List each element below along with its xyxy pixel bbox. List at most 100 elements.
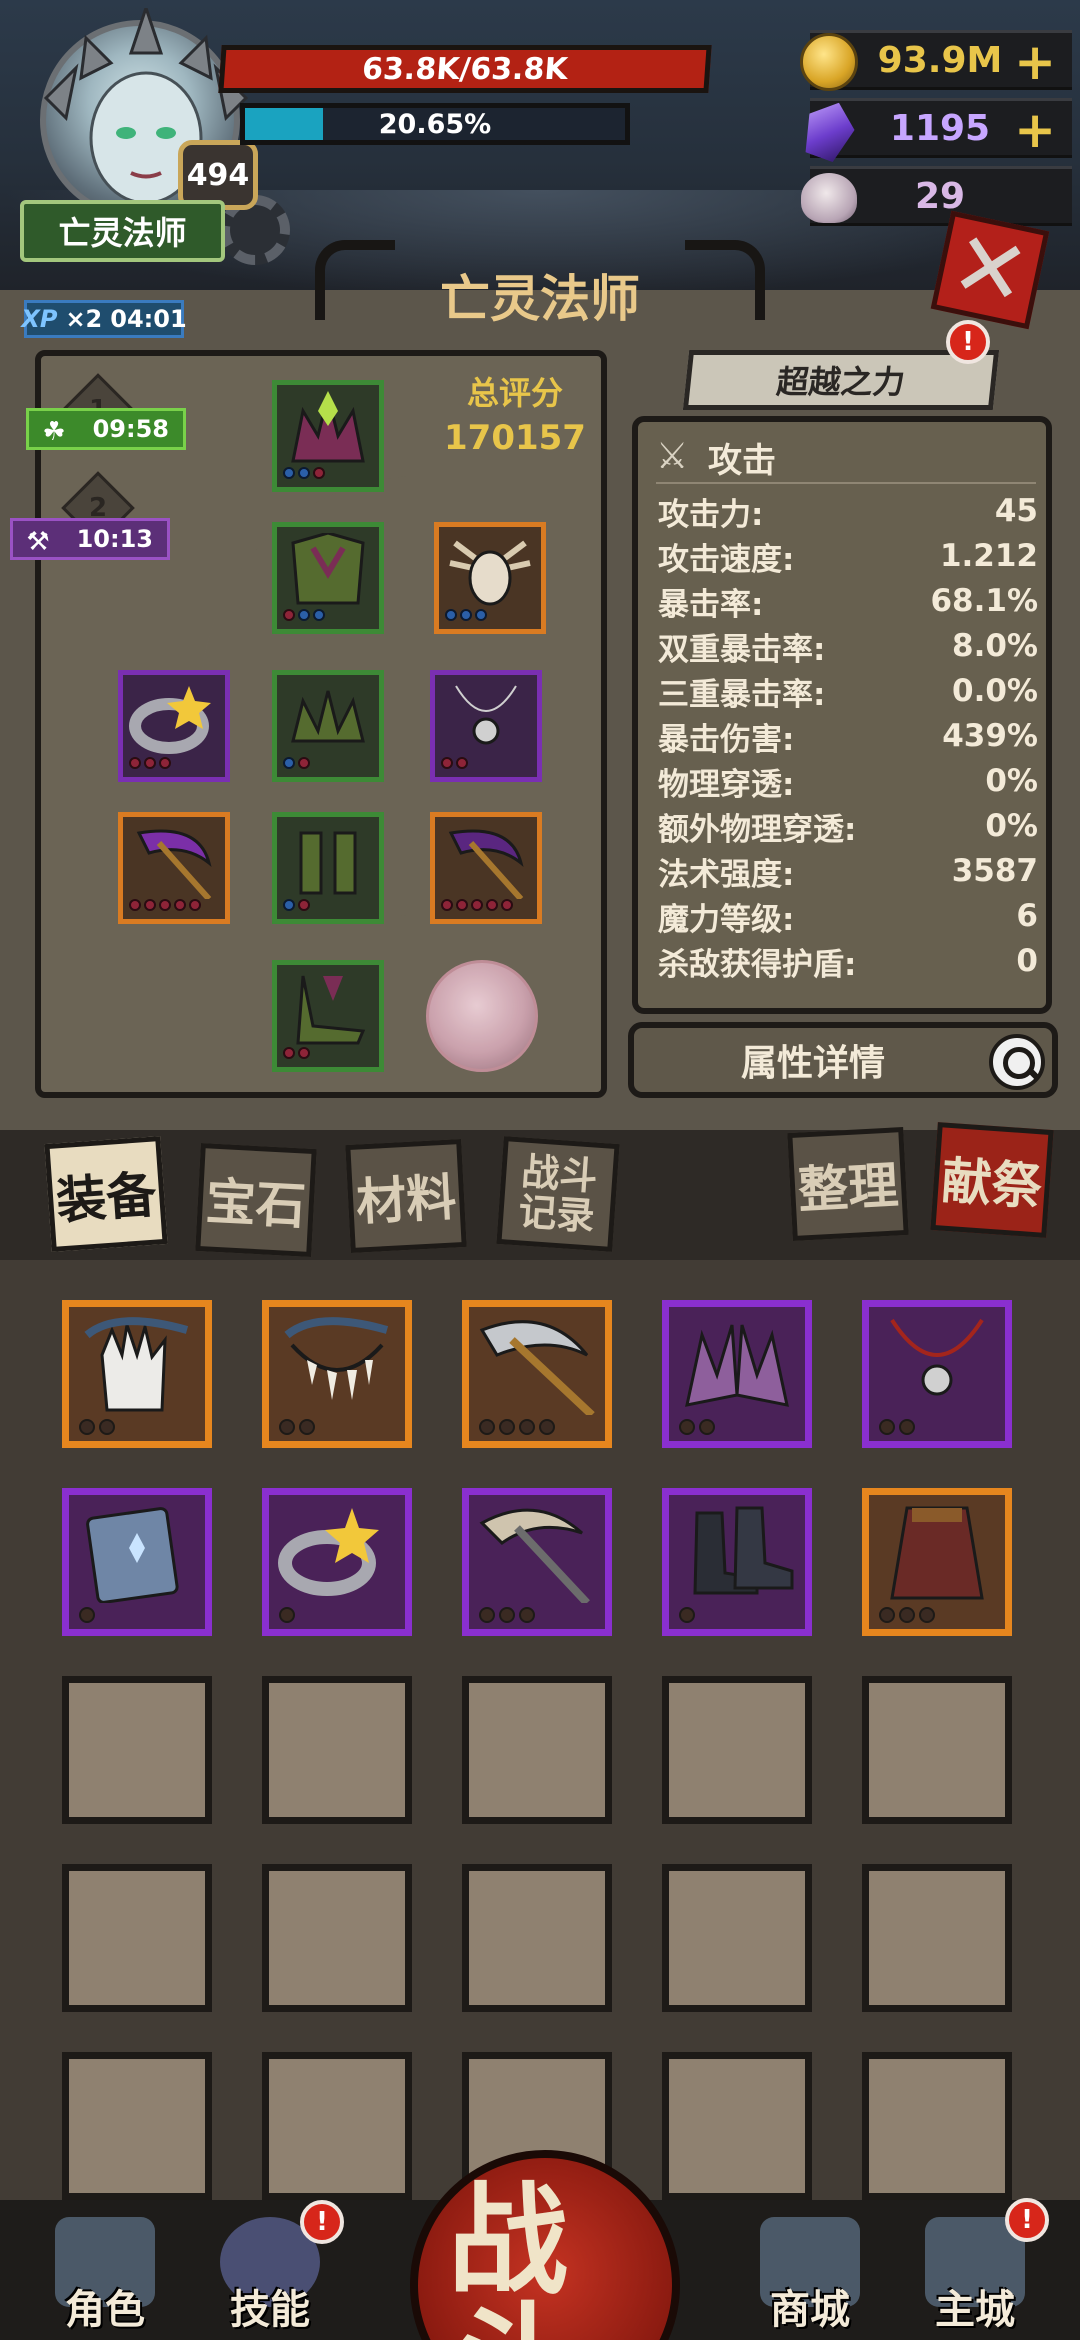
stat-label: 魔力等级: [658,901,795,938]
sacrifice-button[interactable]: 献祭 [930,1122,1054,1238]
stat-row: 杀敌获得护盾: 0 [658,940,1038,983]
dark-boots-icon [693,1506,794,1595]
equip-slot-amulet[interactable] [430,670,542,782]
crossed-swords-icon: ⚔ [656,436,689,477]
sort-button[interactable]: 整理 [787,1127,909,1241]
close-button[interactable]: ✕ [930,210,1050,330]
tab-gems[interactable]: 宝石 [195,1143,317,1257]
equip-slot-chest[interactable] [272,522,384,634]
inventory-slot-empty[interactable] [862,1676,1012,1824]
skills-alert-icon: ! [300,2200,344,2244]
add-crystal-button[interactable]: + [1014,103,1056,157]
stat-details-button[interactable]: 属性详情 [628,1022,1058,1098]
stats-header: ⚔ 攻击 [656,432,1036,484]
crystal-counter: 1195 + [810,98,1072,158]
equip-slot-weapon-alt[interactable] [430,812,542,924]
stat-value: 3587 [951,853,1038,889]
antler-skull-icon [449,540,531,606]
equip-slot-legs[interactable] [272,812,384,924]
tab-equipment[interactable]: 装备 [44,1136,168,1252]
stat-row: 攻击力: 45 [658,490,1038,533]
hammer-icon: ⚒ [26,527,50,557]
inventory-slot-empty[interactable] [462,1676,612,1824]
inventory-slot[interactable] [662,1488,812,1636]
inventory-slot-empty[interactable] [662,1864,812,2012]
inventory-slot[interactable] [62,1300,212,1448]
inventory-slot-empty[interactable] [62,2052,212,2200]
bone-scythe-icon [479,1508,590,1603]
inventory-slot-empty[interactable] [262,1864,412,2012]
inventory-slot[interactable] [462,1300,612,1448]
star-ring-icon [278,1508,379,1596]
inventory-slot-empty[interactable] [62,1864,212,2012]
battle-label: 战斗 [448,2172,568,2340]
crystal-value: 1195 [889,107,991,149]
spell-book-icon [86,1507,179,1603]
spiked-gauntlets-icon [291,690,365,743]
equip-slot-offhand[interactable] [434,522,546,634]
inventory-slot[interactable] [662,1300,812,1448]
inventory-slot-empty[interactable] [462,1864,612,2012]
nav-character[interactable]: 角色 [40,2205,170,2335]
main-city-alert-icon: ! [1005,2198,1049,2242]
nav-shop[interactable]: 商城 [745,2205,875,2335]
empty-relic-slot[interactable] [426,960,538,1072]
inventory-slot-empty[interactable] [262,1676,412,1824]
inventory-slot-empty[interactable] [662,2052,812,2200]
dragon-scythe-icon [136,829,212,899]
stat-label: 三重暴击率: [658,676,826,713]
inventory-slot[interactable] [862,1488,1012,1636]
stat-row: 暴击率: 68.1% [658,580,1038,623]
purple-pauldrons-icon [685,1324,789,1407]
inventory-grid [0,1260,1080,2200]
inventory-slot-empty[interactable] [62,1676,212,1824]
forge-buff-timer: 10:13 [76,525,153,553]
equip-slot-weapon[interactable] [118,812,230,924]
luck-buff-chip[interactable]: ☘ 09:58 [26,408,186,450]
inventory-slot[interactable] [462,1488,612,1636]
transcend-alert-icon: ! [946,320,990,364]
inventory-slot-empty[interactable] [262,2052,412,2200]
search-icon [989,1034,1045,1090]
cloth-robe-icon [890,1506,984,1600]
ram-skull-icon [794,163,864,233]
screen-title: 亡灵法师 [440,270,640,328]
tab-materials[interactable]: 材料 [345,1139,467,1253]
inventory-slot[interactable] [262,1300,412,1448]
inventory-slot[interactable] [262,1488,412,1636]
player-name: 亡灵法师 [20,200,225,262]
clover-up-icon: ☘ [42,417,66,447]
stat-row: 魔力等级: 6 [658,895,1038,938]
transcend-power-button[interactable]: 超越之力 [682,350,1000,410]
stat-label: 杀敌获得护盾: [658,946,857,983]
tab-battle-log[interactable]: 战斗记录 [496,1136,620,1252]
stat-label: 额外物理穿透: [658,811,857,848]
xp-bar: 20.65% [240,103,630,145]
purple-crystal-icon [794,95,864,165]
fang-necklace-icon [284,1317,389,1400]
inventory-slot[interactable] [862,1300,1012,1448]
inventory-slot-empty[interactable] [862,1864,1012,2012]
nav-shop-label: 商城 [770,2287,850,2333]
stat-label: 法术强度: [658,856,795,893]
inventory-slot[interactable] [62,1488,212,1636]
add-gold-button[interactable]: + [1014,35,1056,89]
xp-boost-chip[interactable]: XP ×2 04:01 [21,300,187,338]
stat-label: 暴击伤害: [658,721,795,758]
stat-row: 双重暴击率: 8.0% [658,625,1038,668]
stat-value: 0 [1016,943,1038,979]
forge-buff-chip[interactable]: ⚒ 10:13 [10,518,170,560]
equip-slot-boots[interactable] [272,960,384,1072]
inventory-slot-empty[interactable] [662,1676,812,1824]
equip-slot-ring[interactable] [118,670,230,782]
stat-value: 439% [942,718,1038,754]
stats-panel[interactable]: ⚔ 攻击 攻击力: 45 攻击速度: 1.212 暴击率: 68.1% 双重暴击率: 8.0%… [632,416,1052,1014]
equip-slot-helmet[interactable] [272,380,384,492]
xp-boost-timer: 04:01 [110,305,187,333]
close-icon: ✕ [942,210,1038,329]
inventory-slot-empty[interactable] [862,2052,1012,2200]
stat-row: 物理穿透: 0% [658,760,1038,803]
star-ring-icon [129,686,211,754]
equip-slot-gloves[interactable] [272,670,384,782]
stat-value: 1.212 [939,538,1038,574]
